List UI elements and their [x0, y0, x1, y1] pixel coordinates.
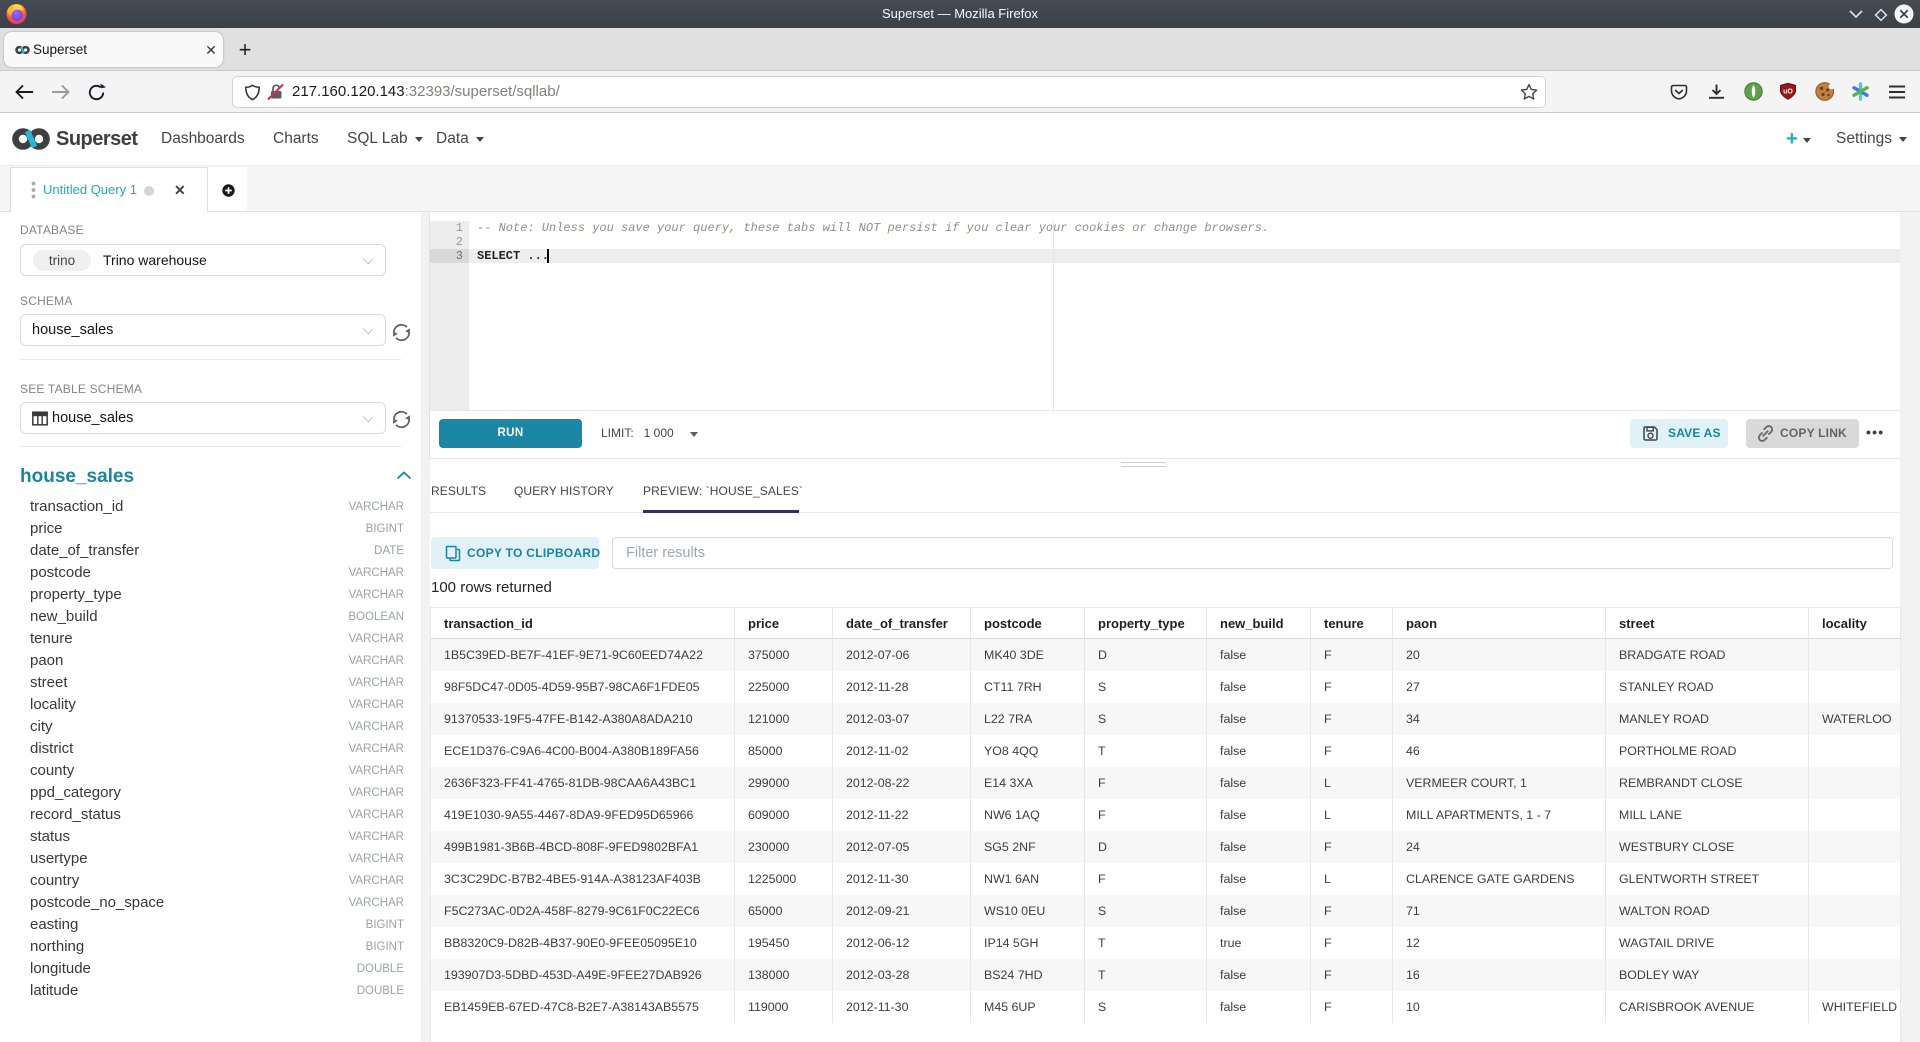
- svg-text:uO: uO: [1783, 89, 1793, 96]
